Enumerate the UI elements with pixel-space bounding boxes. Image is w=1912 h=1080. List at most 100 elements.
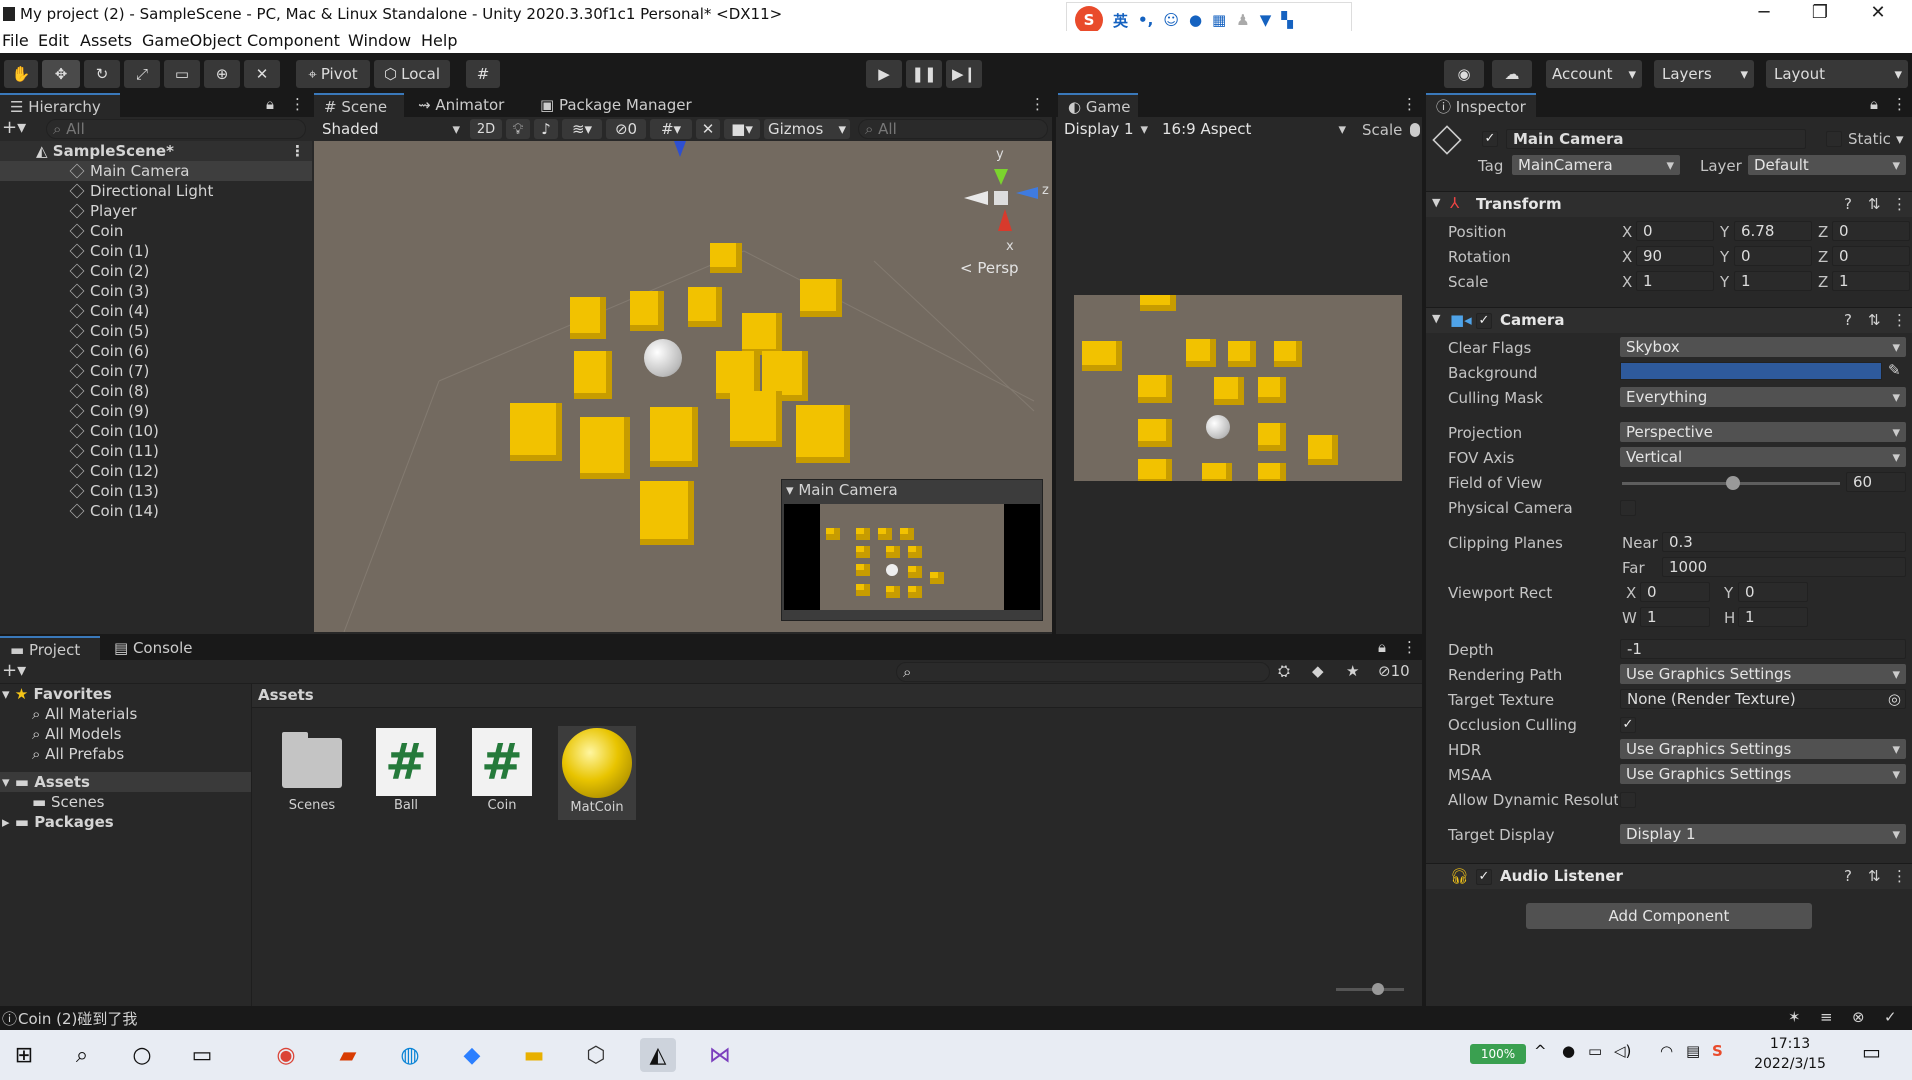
icon-size-slider[interactable] (1336, 983, 1404, 995)
fov-field[interactable]: 60 (1846, 472, 1906, 492)
near-field[interactable]: 0.3 (1662, 532, 1906, 552)
hierarchy-search-input[interactable]: ⌕ All (46, 119, 306, 139)
layer-dropdown[interactable]: Default (1748, 155, 1906, 175)
hierarchy-item[interactable]: Coin (5) (0, 321, 312, 341)
favorite-star-icon[interactable]: ★ (1346, 662, 1359, 680)
rotation-x-field[interactable]: 90 (1636, 246, 1714, 266)
audio-listener-header[interactable]: 🎧︎ ✓ Audio Listener ? ⇅ ⋮ (1426, 863, 1912, 889)
search-icon[interactable]: ⌕ (64, 1038, 100, 1072)
far-field[interactable]: 1000 (1662, 557, 1906, 577)
hidden-packages-toggle[interactable]: ⊘10 (1378, 662, 1410, 680)
kebab-menu-icon[interactable]: ⋮ (1892, 195, 1907, 213)
tab-package-manager[interactable]: ▣ Package Manager (530, 93, 710, 117)
display-dropdown[interactable]: Display 1 (1058, 119, 1154, 139)
scale-z-field[interactable]: 1 (1832, 271, 1910, 291)
unity-hub-icon[interactable]: ⬡ (578, 1038, 614, 1072)
kebab-menu-icon[interactable]: ⋮ (1402, 638, 1417, 656)
mode-2d-button[interactable]: 2D (470, 119, 502, 139)
eyedropper-icon[interactable]: ✎ (1888, 361, 1901, 379)
transform-tool-icon[interactable]: ⊕ (204, 60, 240, 88)
scale-x-field[interactable]: 1 (1636, 271, 1714, 291)
edge-icon[interactable]: ◍ (392, 1038, 428, 1072)
hierarchy-item[interactable]: Coin (14) (0, 501, 312, 521)
volume-icon[interactable]: ◁) (1614, 1042, 1631, 1060)
cloud-icon[interactable]: ☁ (1492, 60, 1532, 88)
hierarchy-item[interactable]: Coin (9) (0, 401, 312, 421)
audio-listener-checkbox[interactable]: ✓ (1476, 869, 1492, 885)
tab-inspector[interactable]: ⓘ Inspector (1426, 93, 1536, 117)
hierarchy-item[interactable]: Coin (12) (0, 461, 312, 481)
neg-x-axis-cone[interactable] (964, 191, 988, 205)
minimize-button[interactable]: ─ (1742, 2, 1786, 28)
feishu-icon[interactable]: ◆ (454, 1038, 490, 1072)
hierarchy-item[interactable]: Directional Light (0, 181, 312, 201)
kebab-menu-icon[interactable]: ⋮ (290, 141, 305, 161)
preset-icon[interactable]: ⇅ (1868, 311, 1881, 329)
camera-settings-icon[interactable]: ■▾ (724, 119, 760, 139)
physical-camera-checkbox[interactable] (1620, 500, 1636, 516)
lock-icon[interactable]: 🔒︎ (1870, 95, 1878, 113)
notification-icon[interactable]: ▭ (1862, 1040, 1881, 1064)
z-axis-cone[interactable] (1016, 187, 1038, 199)
hierarchy-item[interactable]: Main Camera (0, 161, 312, 181)
layers-dropdown[interactable]: Layers ▾ (1654, 60, 1754, 88)
move-tool-icon[interactable]: ✥ (42, 60, 80, 88)
scale-slider-thumb[interactable] (1410, 123, 1420, 137)
kebab-menu-icon[interactable]: ⋮ (1892, 95, 1907, 113)
search-by-type-icon[interactable]: ⛭ (1278, 662, 1290, 680)
rect-tool-icon[interactable]: ▭ (164, 60, 200, 88)
grid-snap-icon[interactable]: # (466, 60, 500, 88)
tools-icon[interactable]: ✕ (696, 119, 720, 139)
file-explorer-icon[interactable]: ▬ (516, 1038, 552, 1072)
close-button[interactable]: ✕ (1856, 2, 1900, 28)
menu-help[interactable]: Help (421, 31, 457, 50)
assets-folder-row[interactable]: ▾ ▬ Assets (0, 772, 251, 792)
hierarchy-item[interactable]: Coin (1) (0, 241, 312, 261)
viewport-y-field[interactable]: 0 (1738, 582, 1808, 602)
add-icon[interactable]: +▾ (2, 117, 26, 138)
collapse-arrow-icon[interactable]: ▼ (1432, 312, 1440, 325)
lock-icon[interactable]: 🔒︎ (266, 95, 274, 113)
menu-window[interactable]: Window (348, 31, 411, 50)
object-name-field[interactable]: Main Camera (1506, 129, 1806, 149)
y-axis-cone[interactable] (994, 169, 1008, 185)
aspect-dropdown[interactable]: 16:9 Aspect (1156, 119, 1352, 139)
wifi-icon[interactable]: ◠ (1660, 1042, 1673, 1060)
chevron-down-icon[interactable]: ▾ (1896, 130, 1904, 148)
grid-toggle-icon[interactable]: #▾ (650, 119, 692, 139)
clock-date[interactable]: 2022/3/15 (1740, 1056, 1840, 1072)
lighting-icon[interactable]: 💡︎ (506, 119, 530, 139)
hierarchy-item[interactable]: Coin (6) (0, 341, 312, 361)
sogou-tray-icon[interactable]: S (1712, 1042, 1723, 1060)
fav-all-materials[interactable]: ⌕ All Materials (0, 704, 251, 724)
fov-slider-track[interactable] (1622, 476, 1840, 490)
collab-icon[interactable]: ◉ (1444, 60, 1484, 88)
asset-scenes-folder[interactable]: Scenes (276, 728, 356, 818)
add-component-button[interactable]: Add Component (1526, 903, 1812, 929)
kebab-menu-icon[interactable]: ⋮ (290, 95, 305, 113)
tab-console[interactable]: ▤ Console (104, 636, 204, 660)
hidden-objects-toggle[interactable]: ⊘ 0 (606, 119, 646, 139)
keyboard-icon[interactable]: ▦ (1212, 11, 1226, 29)
position-y-field[interactable]: 6.78 (1734, 221, 1812, 241)
orientation-gizmo[interactable]: y z x (954, 147, 1050, 257)
kebab-menu-icon[interactable]: ⋮ (1892, 311, 1907, 329)
scene-viewport[interactable]: y z x < Persp ▾ Main Camera (314, 141, 1052, 632)
pause-button[interactable]: ❚❚ (906, 60, 942, 88)
rotate-tool-icon[interactable]: ↻ (84, 60, 120, 88)
transform-header[interactable]: ▼ ⅄ Transform ? ⇅ ⋮ (1426, 191, 1912, 217)
hierarchy-item[interactable]: Coin (13) (0, 481, 312, 501)
add-icon[interactable]: +▾ (2, 660, 26, 681)
target-texture-field[interactable]: None (Render Texture) ◎ (1620, 689, 1906, 709)
pivot-button[interactable]: ⌖ Pivot (296, 60, 370, 88)
viewport-w-field[interactable]: 1 (1640, 607, 1710, 627)
hierarchy-item[interactable]: Coin (2) (0, 261, 312, 281)
task-view-icon[interactable]: ▭ (184, 1038, 220, 1072)
position-z-field[interactable]: 0 (1832, 221, 1910, 241)
tab-game[interactable]: ◐ Game (1058, 93, 1138, 117)
layout-dropdown[interactable]: Layout ▾ (1766, 60, 1908, 88)
progress-icon[interactable]: ✓ (1884, 1008, 1897, 1026)
favorites-row[interactable]: ▾ ★ Favorites (0, 684, 251, 704)
windows-start-icon[interactable]: ⊞ (6, 1038, 42, 1072)
search-by-label-icon[interactable]: ◆ (1312, 662, 1324, 680)
